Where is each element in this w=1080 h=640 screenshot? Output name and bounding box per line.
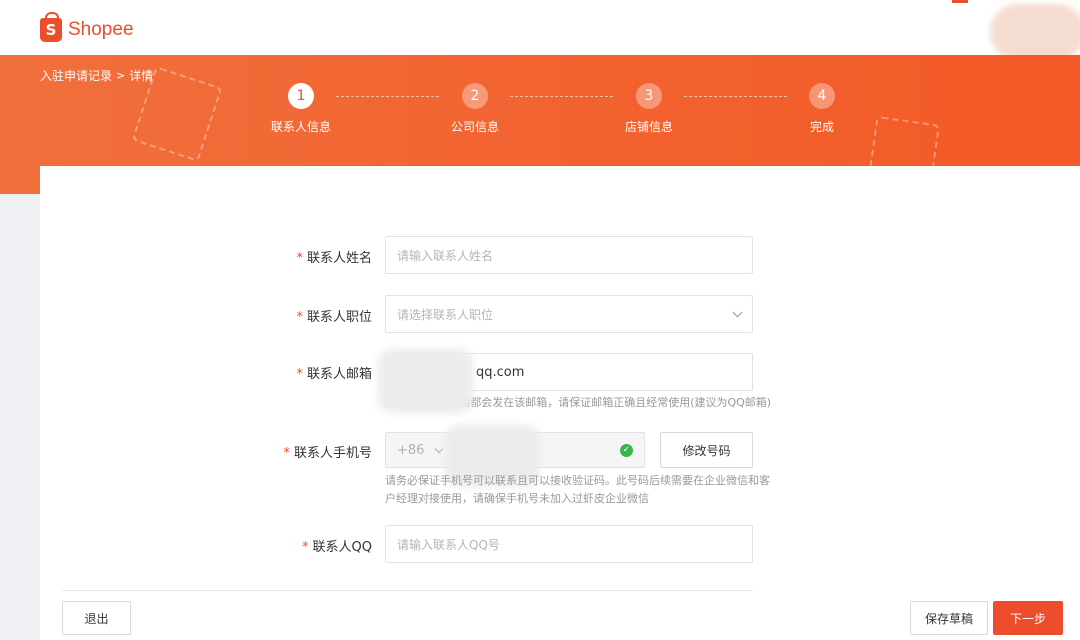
save-draft-button[interactable]: 保存草稿: [910, 601, 988, 635]
left-gutter: [0, 194, 40, 640]
step-company-info: 2 公司信息: [440, 83, 510, 135]
redaction-blur: [378, 349, 473, 413]
next-step-button[interactable]: 下一步: [993, 601, 1063, 635]
breadcrumb-parent[interactable]: 入驻申请记录: [40, 67, 112, 84]
step-number: 3: [636, 83, 662, 109]
breadcrumb: 入驻申请记录 > 详情: [40, 67, 153, 84]
step-number: 4: [809, 83, 835, 109]
contact-position-select[interactable]: 请选择联系人职位: [385, 295, 753, 333]
exit-button[interactable]: 退出: [62, 601, 131, 635]
step-complete: 4 完成: [787, 83, 857, 135]
verified-check-icon: ✓: [620, 443, 633, 457]
step-store-info: 3 店铺信息: [614, 83, 684, 135]
step-connector: [510, 96, 613, 97]
qq-placeholder: 请输入联系人QQ号: [397, 537, 500, 552]
required-mark: *: [296, 310, 303, 325]
form-divider: [62, 590, 753, 591]
required-mark: *: [296, 367, 303, 382]
top-accent-mark: [952, 0, 968, 3]
step-label: 店铺信息: [624, 120, 673, 134]
user-avatar[interactable]: [990, 4, 1080, 60]
step-connector: [684, 96, 787, 97]
required-mark: *: [296, 251, 303, 266]
logo-text: Shopee: [68, 19, 134, 40]
shopee-bag-icon: S: [40, 12, 62, 42]
email-label: * 联系人邮箱: [296, 367, 372, 382]
phone-hint-line-2: 户经理对接使用，请确保手机号未加入过虾皮企业微信: [385, 492, 649, 505]
email-value: qq.com: [476, 364, 525, 380]
top-bar: S Shopee: [0, 0, 1080, 60]
breadcrumb-separator: >: [116, 69, 126, 82]
breadcrumb-current: 详情: [129, 69, 154, 83]
step-label: 公司信息: [450, 120, 499, 134]
chevron-down-icon: [732, 307, 743, 317]
phone-label: * 联系人手机号: [283, 446, 372, 461]
step-connector: [336, 96, 439, 97]
contact-form-card: * 联系人姓名 请输入联系人姓名 * 联系人职位 请选择联系人职位 * 联系人邮箱 q…: [40, 166, 1080, 640]
shopee-logo[interactable]: S Shopee: [40, 12, 134, 42]
step-number: 2: [462, 83, 488, 109]
required-mark: *: [283, 446, 290, 461]
step-indicator: 1 联系人信息 2 公司信息 3 店铺信息 4 完成: [270, 83, 850, 143]
chevron-down-icon: [435, 444, 444, 453]
step-label: 联系人信息: [270, 120, 331, 134]
country-code-select[interactable]: +86: [397, 443, 424, 458]
step-label: 完成: [809, 120, 834, 134]
step-contact-info: 1 联系人信息: [266, 83, 336, 135]
step-number: 1: [288, 83, 314, 109]
position-placeholder: 请选择联系人职位: [397, 307, 494, 322]
contact-qq-input[interactable]: 请输入联系人QQ号: [385, 525, 753, 563]
modify-number-button[interactable]: 修改号码: [660, 432, 753, 468]
name-label: * 联系人姓名: [296, 251, 372, 266]
qq-label: * 联系人QQ: [302, 540, 372, 555]
contact-name-input[interactable]: 请输入联系人姓名: [385, 236, 753, 274]
name-placeholder: 请输入联系人姓名: [397, 248, 494, 263]
required-mark: *: [302, 540, 309, 555]
position-label: * 联系人职位: [296, 310, 372, 325]
phone-hint-line-1: 请务必保证手机号可以联系且可以接收验证码。此号码后续需要在企业微信和客: [385, 474, 770, 487]
